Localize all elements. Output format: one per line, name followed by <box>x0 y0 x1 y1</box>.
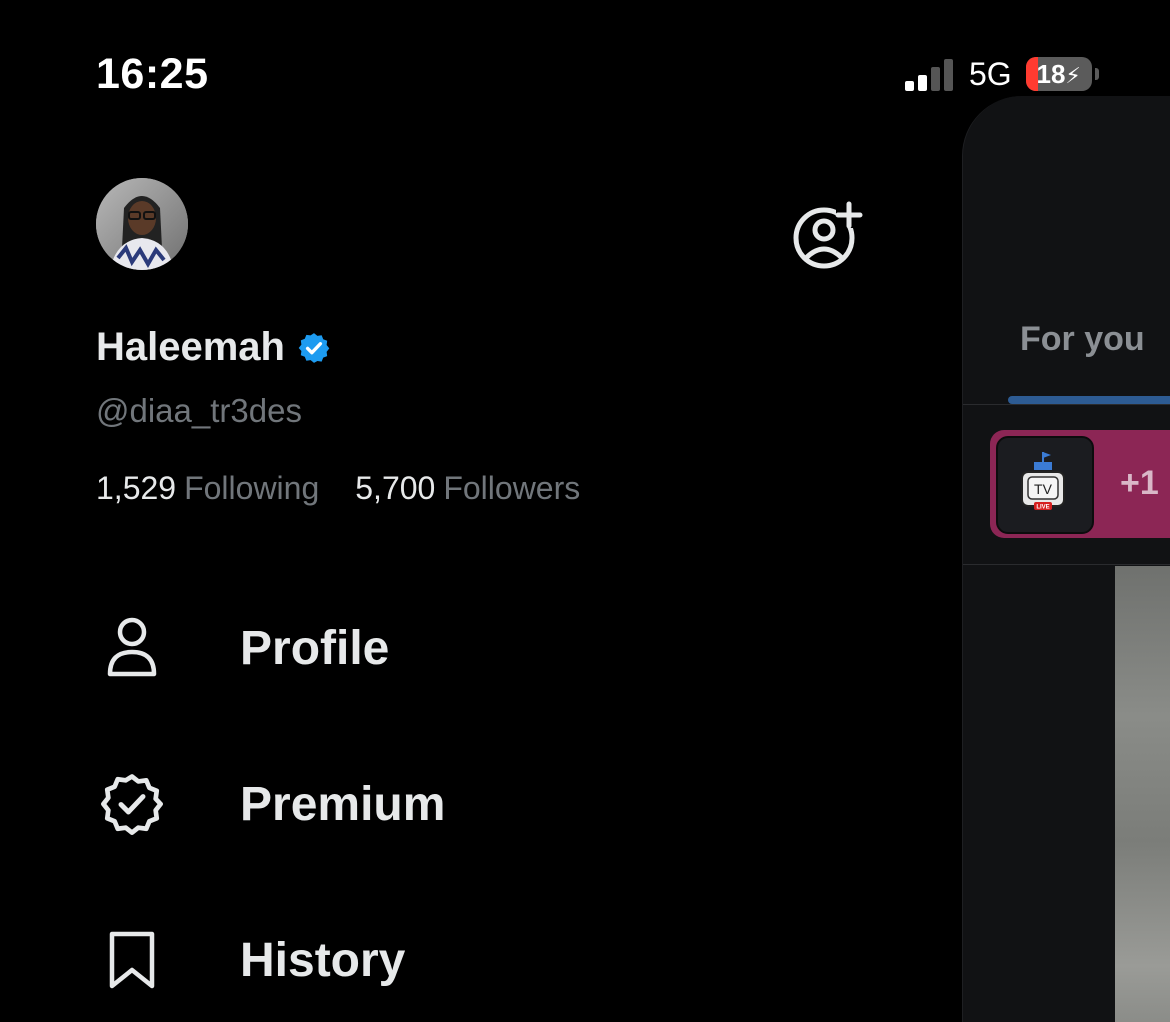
status-indicators: 5G 18⚡ <box>905 56 1099 92</box>
spaces-extra-count: +1 <box>1120 464 1159 502</box>
app-screen: 16:25 5G 18⚡ Haleemah @diaa_tr3des 1,529… <box>0 0 1170 1022</box>
display-name: Haleemah <box>96 325 285 369</box>
menu-label-premium: Premium <box>240 777 446 831</box>
divider <box>963 404 1170 405</box>
tv-logo-icon: TV LIVE <box>1021 452 1065 511</box>
menu-item-premium[interactable]: Premium <box>96 754 796 854</box>
divider <box>963 564 1170 565</box>
following-link[interactable]: 1,529 Following <box>96 470 319 507</box>
tab-indicator <box>1008 396 1170 404</box>
user-name-row[interactable]: Haleemah <box>96 325 331 370</box>
menu-label-history: History <box>240 933 406 987</box>
add-person-icon <box>793 201 863 269</box>
network-type: 5G <box>969 55 1012 92</box>
following-count: 1,529 <box>96 470 177 506</box>
tab-for-you[interactable]: For you <box>1020 320 1145 359</box>
live-spaces-bar[interactable]: TV LIVE +1 <box>990 430 1170 538</box>
person-icon <box>96 612 168 684</box>
signal-icon <box>905 57 953 91</box>
bookmark-icon <box>96 924 168 996</box>
battery-icon: 18⚡ <box>1025 57 1092 91</box>
timeline-peek[interactable]: For you TV LIVE +1 <box>962 96 1170 1022</box>
verified-badge-icon <box>96 768 168 840</box>
followers-link[interactable]: 5,700 Followers <box>355 470 580 507</box>
battery-tip <box>1094 68 1099 80</box>
menu-item-profile[interactable]: Profile <box>96 598 796 698</box>
live-badge: LIVE <box>1036 505 1049 511</box>
battery-percentage: 18⚡ <box>1036 58 1081 89</box>
menu-item-history[interactable]: History <box>96 910 796 1010</box>
following-label: Following <box>184 470 320 506</box>
add-account-button[interactable] <box>792 198 864 270</box>
avatar[interactable] <box>96 178 188 270</box>
status-time: 16:25 <box>96 50 209 98</box>
follow-stats: 1,529 Following 5,700 Followers <box>96 470 580 507</box>
menu-label-profile: Profile <box>240 621 390 675</box>
space-thumbnail: TV LIVE <box>996 436 1094 534</box>
followers-count: 5,700 <box>355 470 436 506</box>
followers-label: Followers <box>443 470 581 506</box>
user-handle: @diaa_tr3des <box>96 392 302 429</box>
post-media-preview[interactable] <box>1115 566 1170 1022</box>
space-thumb-text: TV <box>1034 481 1053 497</box>
verified-icon <box>298 332 330 363</box>
